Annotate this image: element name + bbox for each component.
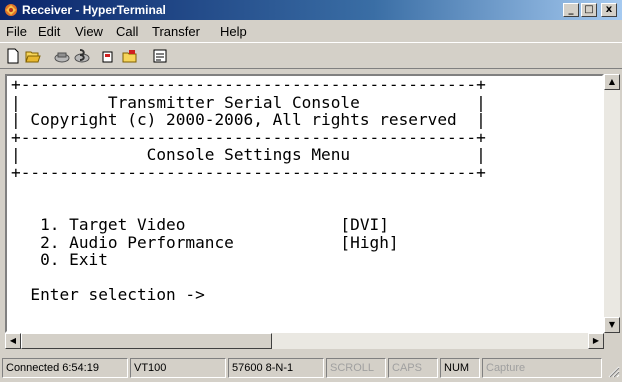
send-icon <box>102 51 113 63</box>
status-emulation: VT100 <box>130 358 226 378</box>
menu-edit[interactable]: Edit <box>38 24 60 39</box>
new-connection-icon <box>7 48 19 64</box>
menu-call[interactable]: Call <box>116 24 138 39</box>
open-button[interactable] <box>23 46 43 66</box>
title-bar[interactable]: Receiver - HyperTerminal _ □ x <box>0 0 622 20</box>
status-bar: Connected 6:54:19 VT100 57600 8-N-1 SCRO… <box>0 356 622 380</box>
new-connection-button[interactable] <box>3 46 23 66</box>
properties-button[interactable] <box>150 46 170 66</box>
terminal-workarea: +---------------------------------------… <box>0 68 622 352</box>
send-button[interactable] <box>100 46 120 66</box>
terminal-screen[interactable]: +---------------------------------------… <box>7 76 586 331</box>
hyperterminal-icon <box>5 4 17 16</box>
status-num: NUM <box>440 358 480 378</box>
vertical-scrollbar[interactable]: ▲ ▼ <box>604 74 620 333</box>
properties-icon <box>153 49 167 63</box>
menu-view[interactable]: View <box>75 24 103 39</box>
menu-help[interactable]: Help <box>220 24 247 39</box>
open-icon <box>25 51 41 63</box>
receive-icon <box>122 50 137 63</box>
scroll-right-button[interactable]: ▶ <box>588 333 604 349</box>
horizontal-scrollbar[interactable]: ◀ ▶ <box>5 333 604 349</box>
status-port-settings: 57600 8-N-1 <box>228 358 324 378</box>
connect-icon <box>54 52 70 63</box>
disconnect-icon <box>74 49 90 63</box>
toolbar <box>0 42 622 68</box>
scroll-up-button[interactable]: ▲ <box>604 74 620 90</box>
status-scroll: SCROLL <box>326 358 386 378</box>
terminal-frame: +---------------------------------------… <box>5 74 604 333</box>
menu-bar: File Edit View Call Transfer Help <box>0 20 622 42</box>
receive-button[interactable] <box>120 46 140 66</box>
menu-transfer[interactable]: Transfer <box>152 24 200 39</box>
status-connected: Connected 6:54:19 <box>2 358 128 378</box>
window-title: Receiver - HyperTerminal <box>22 3 166 17</box>
status-capture: Capture <box>482 358 602 378</box>
terminal-text: +---------------------------------------… <box>11 76 486 304</box>
menu-file[interactable]: File <box>6 24 27 39</box>
scroll-left-button[interactable]: ◀ <box>5 333 21 349</box>
status-caps: CAPS <box>388 358 438 378</box>
horizontal-scroll-thumb[interactable] <box>21 333 272 349</box>
maximize-button[interactable]: □ <box>581 3 597 17</box>
close-button[interactable]: x <box>601 3 617 17</box>
connect-button[interactable] <box>52 46 72 66</box>
scroll-down-button[interactable]: ▼ <box>604 317 620 333</box>
minimize-button[interactable]: _ <box>563 3 579 17</box>
disconnect-button[interactable] <box>72 46 92 66</box>
resize-grip-icon[interactable] <box>608 366 620 378</box>
